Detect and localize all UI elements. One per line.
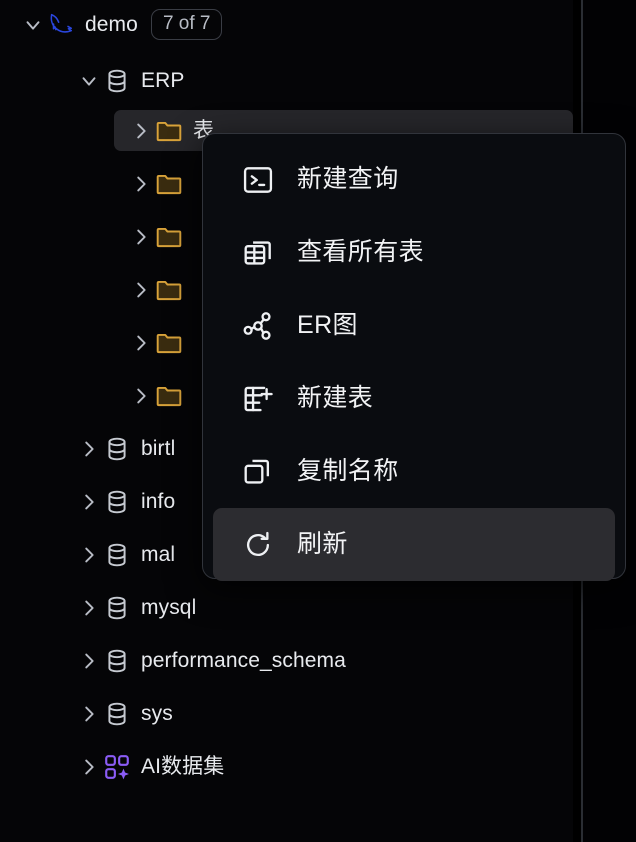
context-menu-item-refresh[interactable]: 刷新 (213, 508, 615, 581)
database-icon (102, 434, 132, 464)
chevron-right-icon[interactable] (128, 383, 154, 409)
context-menu-item-label: ER图 (297, 311, 358, 339)
chevron-right-icon[interactable] (76, 701, 102, 727)
database-icon (102, 593, 132, 623)
chevron-right-icon[interactable] (76, 595, 102, 621)
chevron-right-icon[interactable] (76, 542, 102, 568)
tree-item-database-performance-schema[interactable]: performance_schema (0, 640, 573, 681)
database-icon (102, 646, 132, 676)
chevron-down-icon[interactable] (76, 68, 102, 94)
database-icon (102, 540, 132, 570)
ai-dataset-icon (102, 752, 132, 782)
context-menu-item-label: 新建查询 (297, 165, 399, 193)
chevron-right-icon[interactable] (128, 277, 154, 303)
table-add-icon (241, 382, 275, 416)
context-menu-item-copy-name[interactable]: 复制名称 (213, 435, 615, 508)
context-menu-item-label: 查看所有表 (297, 238, 425, 266)
tables-icon (241, 236, 275, 270)
chevron-down-icon[interactable] (20, 12, 46, 38)
refresh-icon (241, 528, 275, 562)
chevron-right-icon[interactable] (128, 118, 154, 144)
folder-icon (154, 275, 184, 305)
database-icon (102, 66, 132, 96)
chevron-right-icon[interactable] (128, 330, 154, 356)
chevron-right-icon[interactable] (76, 436, 102, 462)
tree-item-label: performance_schema (141, 649, 346, 672)
database-icon (102, 699, 132, 729)
tree-item-label: sys (141, 702, 173, 725)
tree-item-database-mysql[interactable]: mysql (0, 587, 573, 628)
context-menu-item-new-query[interactable]: 新建查询 (213, 143, 615, 216)
chevron-right-icon[interactable] (128, 171, 154, 197)
tree-item-label: birtl (141, 437, 176, 460)
tree-item-label: mal (141, 543, 176, 566)
context-menu-item-label: 复制名称 (297, 457, 399, 485)
chevron-right-icon[interactable] (76, 648, 102, 674)
folder-icon (154, 381, 184, 411)
context-menu-item-label: 新建表 (297, 384, 374, 412)
context-menu-item-er-diagram[interactable]: ER图 (213, 289, 615, 362)
terminal-icon (241, 163, 275, 197)
chevron-right-icon[interactable] (76, 489, 102, 515)
app-root: 7 1 2 3 4 demo 7 of 7 (0, 0, 636, 842)
tree-item-database-erp[interactable]: ERP (0, 60, 573, 101)
connection-name: demo (85, 13, 138, 36)
folder-icon (154, 169, 184, 199)
copy-icon (241, 455, 275, 489)
context-menu-item-label: 刷新 (297, 530, 348, 558)
database-icon (102, 487, 132, 517)
chevron-right-icon[interactable] (128, 224, 154, 250)
tree-item-label: mysql (141, 596, 197, 619)
tree-item-ai-dataset[interactable]: AI数据集 (0, 746, 573, 787)
context-menu-item-view-all-tables[interactable]: 查看所有表 (213, 216, 615, 289)
er-graph-icon (241, 309, 275, 343)
chevron-right-icon[interactable] (76, 754, 102, 780)
tree-item-database-sys[interactable]: sys (0, 693, 573, 734)
tree-item-connection-demo[interactable]: demo 7 of 7 (0, 4, 573, 45)
connection-count-badge: 7 of 7 (150, 9, 223, 40)
folder-icon (154, 116, 184, 146)
folder-icon (154, 222, 184, 252)
mysql-dolphin-icon (46, 10, 76, 40)
context-menu-item-new-table[interactable]: 新建表 (213, 362, 615, 435)
tree-item-label: info (141, 490, 176, 513)
context-menu: 新建查询 查看所有表 ER图 新建表 复制名称 刷新 (202, 133, 626, 581)
tree-item-label: AI数据集 (141, 755, 225, 778)
folder-icon (154, 328, 184, 358)
tree-item-label: ERP (141, 69, 185, 92)
